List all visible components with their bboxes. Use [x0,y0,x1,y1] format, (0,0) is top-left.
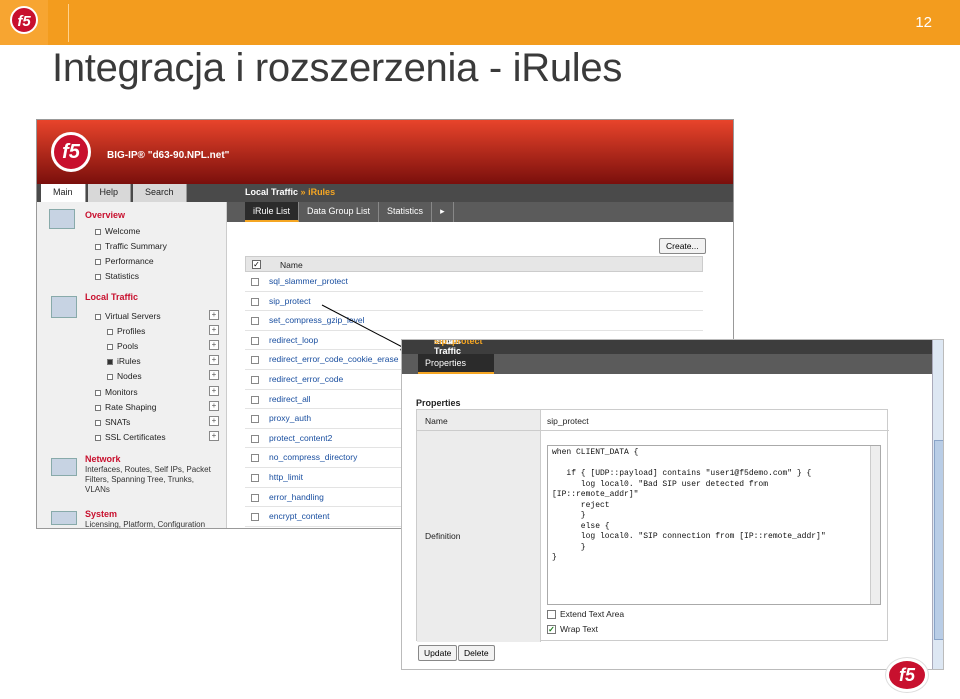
properties-section-title: Properties [416,398,461,408]
delete-button[interactable]: Delete [458,645,495,661]
checkbox-icon [547,610,556,620]
definition-label: Definition [425,531,461,541]
irule-properties-screenshot: Local Traffic » iRules » sip_protect Pro… [401,339,944,670]
definition-textarea[interactable]: when CLIENT_DATA { if { [UDP::payload] c… [547,445,881,605]
f5-logo-icon: f5 [886,658,928,692]
scrollbar-thumb[interactable] [934,440,943,640]
name-value: sip_protect [547,416,589,426]
breadcrumb-item: sip_protect [434,339,483,346]
popup-breadcrumb: Local Traffic » iRules » sip_protect [402,339,943,356]
label-column [417,410,541,642]
wrap-text-checkbox[interactable]: ✓ Wrap Text [547,624,598,635]
textarea-scrollbar[interactable] [870,446,880,604]
checkmark-icon: ✓ [547,625,556,635]
update-button[interactable]: Update [418,645,458,661]
name-label: Name [425,416,448,426]
row-divider [417,430,889,431]
extend-text-area-checkbox[interactable]: Extend Text Area [547,609,624,620]
tab-properties[interactable]: Properties [418,354,494,374]
popup-scrollbar[interactable] [932,340,943,669]
irule-code[interactable]: when CLIENT_DATA { if { [UDP::payload] c… [552,448,826,564]
properties-table: Name Definition sip_protect when CLIENT_… [416,409,889,642]
